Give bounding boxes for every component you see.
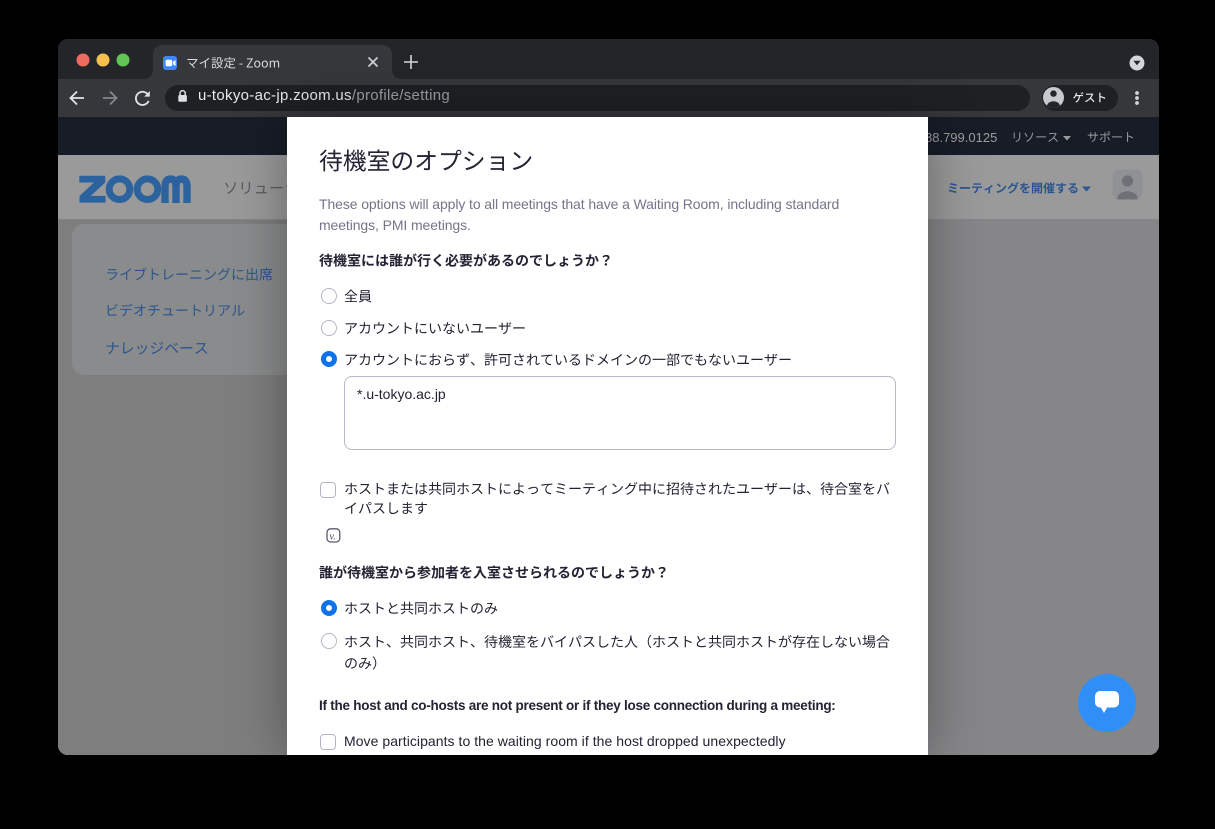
svg-text:v.: v.: [329, 532, 336, 543]
